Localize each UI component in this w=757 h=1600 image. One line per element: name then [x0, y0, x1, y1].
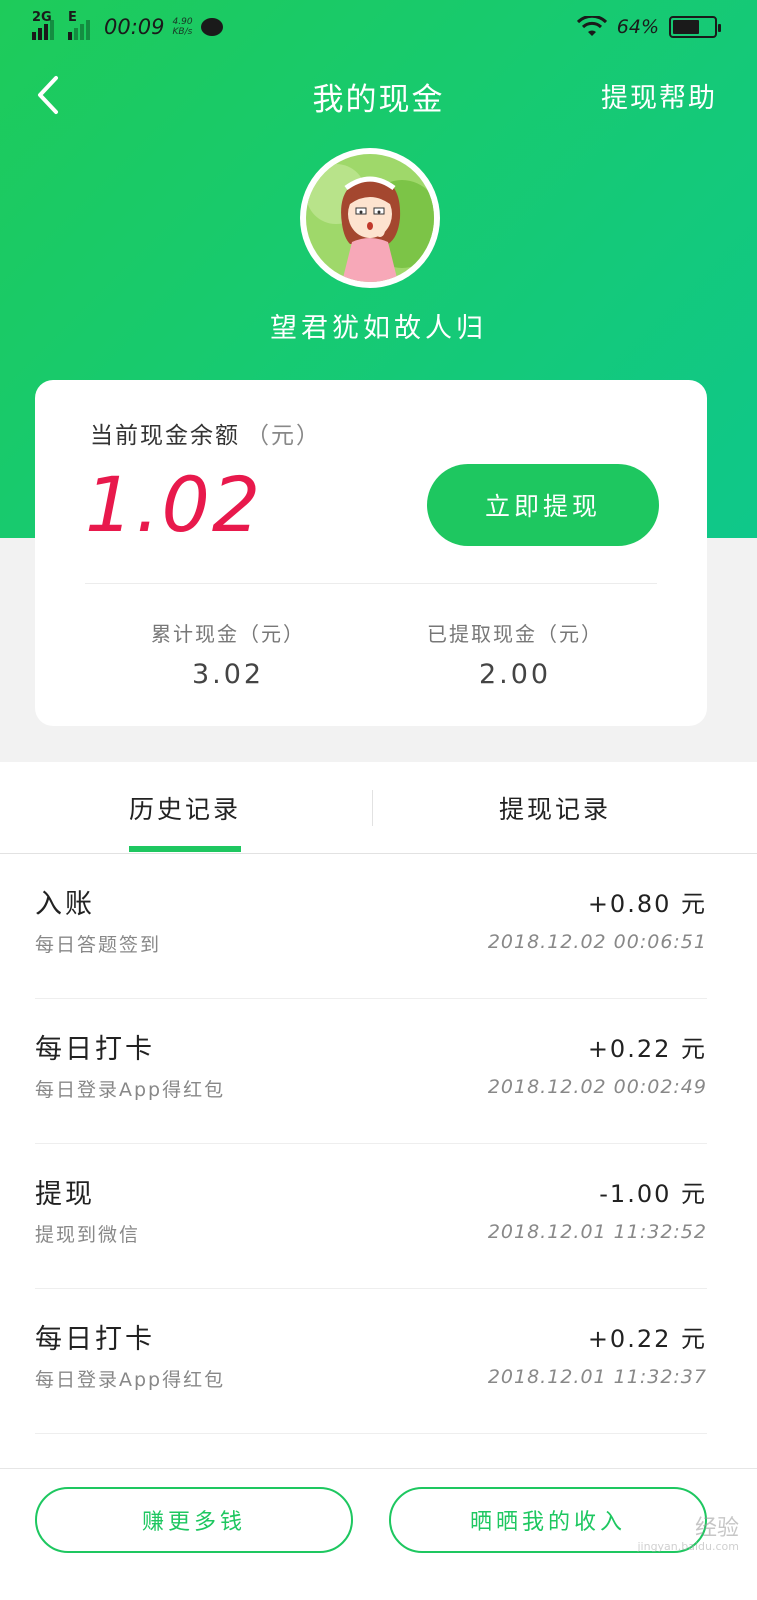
- watermark-url: jingyan.baidu.com: [637, 1540, 739, 1553]
- balance-label: 当前现金余额: [90, 423, 240, 449]
- bottom-action-bar: 赚更多钱 晒晒我的收入 经验 jingyan.baidu.com: [0, 1468, 757, 1600]
- total-cash-stat: 累计现金（元） 3.02: [113, 618, 343, 690]
- status-time: 00:09: [104, 15, 165, 39]
- record-title: 提现: [35, 1179, 95, 1210]
- record-title: 每日打卡: [35, 1324, 155, 1355]
- list-item[interactable]: 提现 提现到微信 -1.00 元 2018.12.01 11:32:52: [35, 1144, 707, 1289]
- total-cash-value: 3.02: [191, 659, 265, 690]
- status-left: 2G E 00:09 4.90 KB/s: [32, 10, 223, 40]
- signal-2g-icon: 2G: [32, 10, 54, 40]
- status-right: 64%: [576, 16, 721, 38]
- balance-amount: 1.02: [85, 460, 263, 549]
- cartoon-girl-avatar-icon: [306, 154, 434, 282]
- record-title: 每日打卡: [35, 1034, 155, 1065]
- status-bar: 2G E 00:09 4.90 KB/s 64%: [0, 0, 757, 58]
- record-tabs: 历史记录 提现记录: [0, 762, 757, 854]
- record-amount: -1.00 元: [599, 1180, 707, 1208]
- tab-withdraw-records[interactable]: 提现记录: [370, 762, 740, 854]
- battery-icon: [669, 16, 721, 38]
- record-title: 入账: [35, 889, 95, 920]
- record-time: 2018.12.02 00:02:49: [487, 1076, 707, 1098]
- record-amount: +0.22 元: [587, 1035, 707, 1063]
- speed-value: 4.90: [172, 17, 193, 27]
- withdrawn-cash-label: 已提取现金（元）: [427, 622, 603, 646]
- balance-label-row: 当前现金余额 （元）: [90, 416, 321, 450]
- record-subtitle: 每日登录App得红包: [35, 1369, 226, 1391]
- battery-percent: 64%: [616, 16, 659, 38]
- balance-card: 当前现金余额 （元） 1.02 立即提现 累计现金（元） 3.02 已提取现金（元…: [35, 380, 707, 726]
- list-item[interactable]: 每日打卡 每日登录App得红包 +0.22 元 2018.12.02 00:02…: [35, 999, 707, 1144]
- speed-unit: KB/s: [172, 27, 193, 37]
- list-item[interactable]: 每日打卡 每日登录App得红包 +0.22 元 2018.12.01 11:32…: [35, 1289, 707, 1434]
- withdraw-now-button[interactable]: 立即提现: [427, 464, 659, 546]
- withdrawn-cash-stat: 已提取现金（元） 2.00: [400, 618, 630, 690]
- network-label-2: E: [68, 10, 77, 25]
- message-notification-icon: [200, 18, 223, 36]
- record-time: 2018.12.01 11:32:52: [487, 1221, 707, 1243]
- record-subtitle: 每日答题签到: [35, 934, 162, 956]
- withdrawn-cash-value: 2.00: [478, 659, 552, 690]
- record-subtitle: 每日登录App得红包: [35, 1079, 226, 1101]
- network-speed: 4.90 KB/s: [173, 17, 193, 37]
- earn-more-button[interactable]: 赚更多钱: [35, 1487, 353, 1553]
- withdraw-help-link[interactable]: 提现帮助: [601, 76, 717, 115]
- battery-fill: [673, 20, 699, 34]
- avatar: [300, 148, 440, 288]
- username: 望君犹如故人归: [270, 313, 487, 344]
- avatar-image: [306, 154, 434, 282]
- total-cash-label: 累计现金（元）: [151, 622, 305, 646]
- network-label-1: 2G: [32, 10, 52, 25]
- tab-history[interactable]: 历史记录: [0, 762, 370, 854]
- wifi-icon: [576, 16, 607, 36]
- watermark-text: 经验: [694, 1516, 739, 1541]
- signal-e-icon: E: [68, 10, 90, 40]
- record-time: 2018.12.02 00:06:51: [487, 931, 707, 953]
- record-time: 2018.12.01 11:32:37: [487, 1366, 707, 1388]
- balance-unit: （元）: [246, 423, 321, 449]
- record-amount: +0.22 元: [587, 1325, 707, 1353]
- list-item[interactable]: 入账 每日答题签到 +0.80 元 2018.12.02 00:06:51: [35, 854, 707, 999]
- record-amount: +0.80 元: [587, 890, 707, 918]
- watermark: 经验 jingyan.baidu.com: [619, 1504, 739, 1560]
- record-subtitle: 提现到微信: [35, 1224, 141, 1246]
- active-tab-indicator: [129, 846, 241, 852]
- records-section: 历史记录 提现记录 入账 每日答题签到 +0.80 元 2018.12.02 0…: [0, 762, 757, 1468]
- card-divider: [85, 583, 657, 584]
